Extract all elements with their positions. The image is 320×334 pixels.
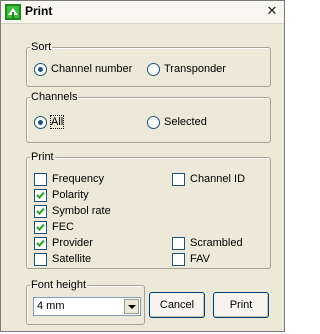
polarity-checkbox[interactable]: Polarity	[34, 188, 89, 202]
checkbox-unchecked-icon	[172, 172, 185, 186]
channels-all-radio[interactable]: All	[34, 115, 65, 130]
print-dialog: Print ✕ Sort Channel number Transponder …	[0, 0, 285, 332]
radio-selected-icon	[34, 62, 47, 76]
checkmark-icon	[34, 188, 47, 202]
sort-transponder-radio[interactable]: Transponder	[147, 62, 226, 76]
print-app-icon	[5, 4, 21, 20]
scrambled-checkbox[interactable]: Scrambled	[172, 236, 243, 250]
print-options-group: Print Frequency Polarity Symbol rate FEC…	[26, 151, 271, 269]
cancel-button[interactable]: Cancel	[149, 292, 205, 318]
checkbox-unchecked-icon	[34, 172, 47, 186]
radio-selected-icon	[34, 115, 47, 129]
sort-channel-number-radio[interactable]: Channel number	[34, 62, 132, 76]
font-height-value: 4 mm	[37, 300, 65, 312]
font-height-select[interactable]: 4 mm	[33, 297, 141, 316]
checkbox-unchecked-icon	[172, 236, 185, 250]
sort-group-label: Sort	[31, 41, 52, 53]
sort-group: Sort Channel number Transponder	[26, 41, 271, 87]
provider-checkbox[interactable]: Provider	[34, 236, 93, 250]
checkmark-icon	[34, 220, 47, 234]
checkbox-unchecked-icon	[172, 252, 185, 266]
satellite-checkbox[interactable]: Satellite	[34, 252, 91, 266]
fav-checkbox[interactable]: FAV	[172, 252, 210, 266]
frequency-checkbox[interactable]: Frequency	[34, 172, 104, 186]
title-bar[interactable]: Print ✕	[1, 1, 284, 24]
font-height-label: Font height	[31, 279, 87, 291]
window-title: Print	[25, 4, 53, 18]
symbol-rate-checkbox[interactable]: Symbol rate	[34, 204, 111, 218]
print-button[interactable]: Print	[213, 292, 269, 318]
radio-unselected-icon	[147, 62, 160, 76]
checkbox-unchecked-icon	[34, 252, 47, 266]
close-icon[interactable]: ✕	[265, 4, 279, 18]
chevron-down-icon[interactable]	[124, 299, 139, 314]
channel-id-checkbox[interactable]: Channel ID	[172, 172, 245, 186]
channels-group: Channels All Selected	[26, 91, 271, 143]
print-options-label: Print	[31, 151, 54, 163]
channels-selected-radio[interactable]: Selected	[147, 115, 207, 129]
fec-checkbox[interactable]: FEC	[34, 220, 74, 234]
checkmark-icon	[34, 204, 47, 218]
channels-group-label: Channels	[31, 91, 78, 103]
checkmark-icon	[34, 236, 47, 250]
radio-unselected-icon	[147, 115, 160, 129]
